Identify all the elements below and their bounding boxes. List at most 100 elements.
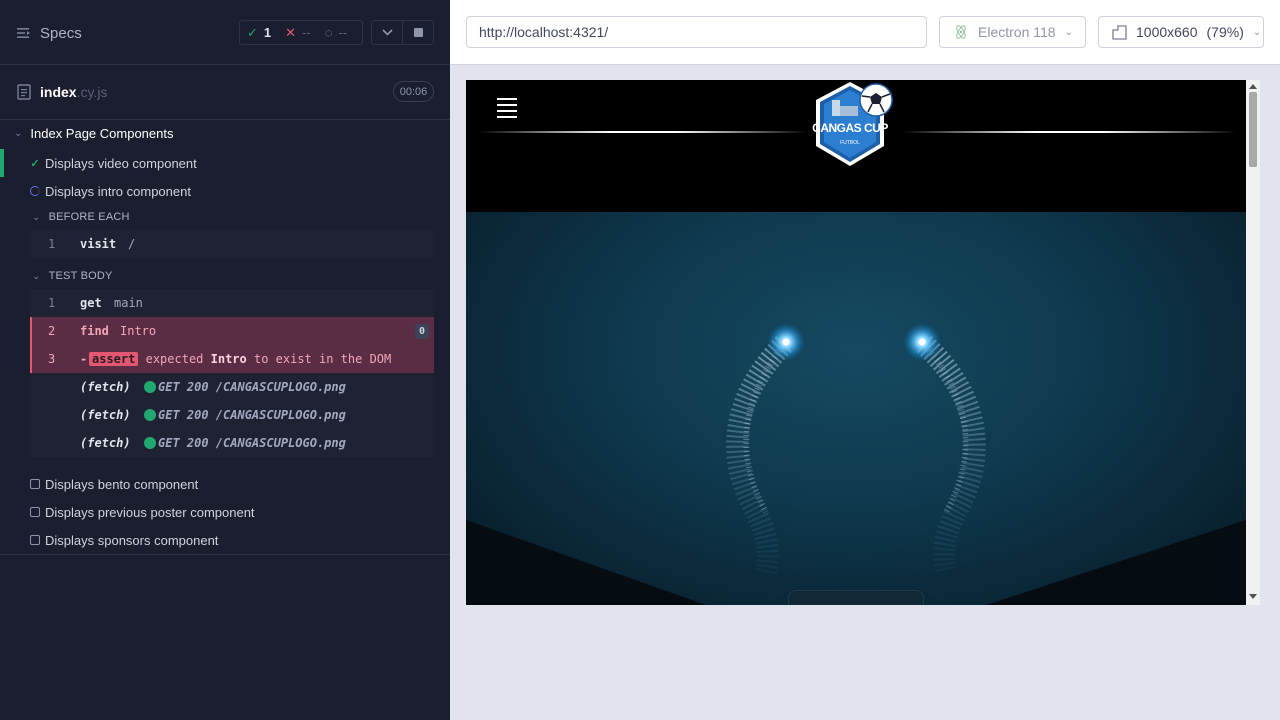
test-row-sponsors[interactable]: Displays sponsors component: [0, 526, 450, 554]
url-input[interactable]: [466, 16, 927, 48]
assert-tag: assert: [89, 352, 139, 366]
suite-title-label: Index Page Components: [30, 126, 174, 141]
viewport-size: 1000x660: [1136, 24, 1198, 40]
aut-area: Electron 118 ⌄ 1000x660 (79%) ⌄: [450, 0, 1280, 720]
aut-toolbar: Electron 118 ⌄ 1000x660 (79%) ⌄: [450, 0, 1280, 65]
stop-button[interactable]: [402, 21, 433, 44]
command-row-fetch[interactable]: (fetch) GET 200 /CANGASCUPLOGO.png: [30, 429, 434, 457]
expand-collapse-button[interactable]: [372, 21, 402, 44]
iframe-scrollbar[interactable]: [1246, 80, 1260, 605]
command-row-failed-assert[interactable]: 3 - assert expected Intro to exist in th…: [30, 345, 434, 373]
fetch-message: GET 200 /CANGASCUPLOGO.png: [144, 380, 346, 394]
test-body-commands: 1 get main 2 find Intro 0 3 - assert exp…: [30, 289, 434, 457]
assert-message: assert expected Intro to exist in the DO…: [89, 352, 391, 366]
pass-indicator: [0, 149, 4, 177]
cypress-runner: Specs ✓ 1 ✕ -- ◌ -- index.cy.js 00:06 ⌄ …: [0, 0, 1280, 720]
fetch-request: GET 200 /CANGASCUPLOGO.png: [158, 408, 346, 422]
command-index: 3: [48, 352, 56, 366]
command-message: Intro: [120, 324, 157, 338]
chevron-down-icon: ⌄: [32, 211, 41, 223]
chevron-down-icon: ⌄: [32, 270, 41, 282]
command-row[interactable]: 1 visit /: [30, 230, 434, 258]
command-index: 2: [48, 324, 56, 338]
test-label: Displays bento component: [45, 476, 199, 492]
duration-badge: 00:06: [393, 81, 434, 102]
command-index: 1: [48, 296, 56, 310]
command-index: 1: [48, 237, 56, 251]
logo-subtext: FUTBOL: [840, 140, 860, 146]
command-name: (fetch): [80, 408, 131, 422]
scroll-up-arrow-icon[interactable]: [1249, 84, 1257, 89]
viewport-scale: (79%): [1206, 24, 1244, 40]
command-name: visit: [80, 237, 117, 251]
stop-icon: [413, 28, 423, 37]
browser-select[interactable]: Electron 118 ⌄: [939, 16, 1086, 48]
command-name: (fetch): [80, 436, 131, 450]
command-name: find: [80, 324, 109, 338]
hero-video-frame: [466, 320, 1246, 605]
spec-file-basename: index: [40, 84, 77, 100]
scroll-thumb[interactable]: [1249, 92, 1257, 167]
suite-title[interactable]: ⌄ Index Page Components: [14, 126, 174, 141]
spec-file-name[interactable]: index.cy.js: [40, 84, 107, 100]
hero-video: [466, 212, 1246, 605]
ruler-icon: [1112, 24, 1127, 40]
viewport-select[interactable]: 1000x660 (79%) ⌄: [1098, 16, 1264, 48]
document-icon: [17, 84, 31, 100]
chevron-down-icon: ⌄: [14, 128, 23, 139]
test-row-video[interactable]: ✓ Displays video component: [0, 149, 450, 177]
pending-icon: ◌: [324, 25, 333, 40]
chevron-down-icon: ⌄: [1252, 26, 1262, 38]
reporter-header: Specs ✓ 1 ✕ -- ◌ --: [0, 0, 450, 65]
list-icon: [17, 28, 30, 38]
test-row-previous-poster[interactable]: Displays previous poster component: [0, 498, 450, 526]
command-name: (fetch): [80, 380, 131, 394]
hook-label: BEFORE EACH: [48, 211, 130, 223]
test-label: Displays previous poster component: [45, 504, 255, 520]
pending-count: --: [338, 25, 348, 40]
pending-stat: ◌ --: [318, 21, 354, 44]
fetch-message: GET 200 /CANGASCUPLOGO.png: [144, 408, 346, 422]
specs-label: Specs: [40, 24, 82, 42]
command-message: /: [128, 237, 136, 251]
command-row[interactable]: 1 get main: [30, 289, 434, 317]
specs-toggle-button[interactable]: Specs: [17, 22, 82, 44]
command-message: main: [114, 296, 143, 310]
stats-summary: ✓ 1 ✕ -- ◌ --: [239, 20, 363, 45]
check-icon: ✓: [247, 24, 258, 40]
run-controls: [371, 20, 434, 45]
fetch-request: GET 200 /CANGASCUPLOGO.png: [158, 380, 346, 394]
pending-box-icon: [30, 535, 40, 545]
assert-subject: Intro: [210, 352, 247, 366]
header-divider-left: [478, 131, 808, 133]
test-suite: ⌄ Index Page Components ✓ Displays video…: [0, 120, 450, 555]
command-row-fetch[interactable]: (fetch) GET 200 /CANGASCUPLOGO.png: [30, 401, 434, 429]
status-dot-icon: [144, 409, 156, 421]
chevron-down-icon: ⌄: [1064, 26, 1073, 38]
command-row-fetch[interactable]: (fetch) GET 200 /CANGASCUPLOGO.png: [30, 373, 434, 401]
test-row-bento[interactable]: Displays bento component: [0, 470, 450, 498]
assert-expected: expected: [145, 352, 204, 366]
video-controls-dock[interactable]: [788, 590, 924, 605]
hamburger-menu-icon[interactable]: [497, 98, 517, 122]
command-row-failed[interactable]: 2 find Intro 0: [30, 317, 434, 345]
command-name: -: [80, 352, 88, 366]
browser-name: Electron 118: [978, 24, 1056, 40]
before-each-hook-header[interactable]: ⌄ BEFORE EACH: [32, 211, 130, 223]
header-divider-right: [902, 131, 1236, 133]
passed-count: 1: [263, 25, 272, 40]
pending-box-icon: [30, 507, 40, 517]
command-name: get: [80, 296, 102, 310]
status-dot-icon: [144, 381, 156, 393]
fetch-message: GET 200 /CANGASCUPLOGO.png: [144, 436, 346, 450]
scroll-down-arrow-icon[interactable]: [1249, 594, 1257, 599]
test-body-header[interactable]: ⌄ TEST BODY: [32, 270, 113, 282]
test-row-intro[interactable]: Displays intro component: [0, 177, 450, 205]
passed-stat: ✓ 1: [240, 21, 278, 44]
before-each-commands: 1 visit /: [30, 230, 434, 258]
running-spinner-icon: [30, 186, 40, 196]
cangas-cup-logo[interactable]: CANGAS CUP FUTBOL: [810, 80, 900, 170]
electron-icon: [956, 25, 966, 39]
chevron-down-icon: [381, 29, 393, 36]
site-header: CANGAS CUP FUTBOL: [466, 80, 1246, 212]
